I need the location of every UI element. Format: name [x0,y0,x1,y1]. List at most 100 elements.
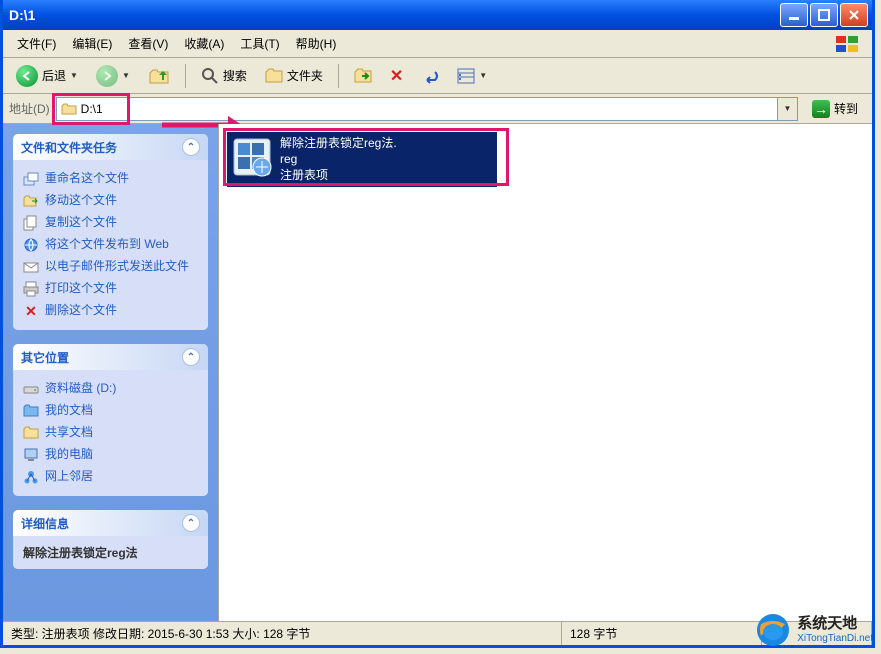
toolbar: 后退 ▼ ▼ 搜索 文件夹 [3,58,872,94]
chevron-down-icon: ▼ [70,71,78,80]
menubar: 文件(F) 编辑(E) 查看(V) 收藏(A) 工具(T) 帮助(H) [3,30,872,58]
address-dropdown[interactable]: ▼ [778,97,798,121]
status-bar: 类型: 注册表项 修改日期: 2015-6-30 1:53 大小: 128 字节… [3,621,872,645]
maximize-button[interactable] [810,3,838,27]
move-to-button[interactable] [347,62,379,90]
places-panel-body: 资料磁盘 (D:) 我的文档 共享文档 [13,370,208,496]
task-email[interactable]: 以电子邮件形式发送此文件 [23,256,198,278]
move-icon [23,193,39,209]
titlebar: D:\1 [3,0,872,30]
file-name-line2: reg [280,151,397,167]
file-text: 解除注册表锁定reg法. reg 注册表项 [280,135,397,184]
place-network[interactable]: 网上邻居 [23,466,198,488]
folder-up-icon [148,65,170,87]
task-label: 复制这个文件 [45,215,117,231]
place-mydocs[interactable]: 我的文档 [23,400,198,422]
views-button[interactable]: ▼ [450,62,494,90]
chevron-down-icon: ▼ [122,71,130,80]
menu-tools[interactable]: 工具(T) [232,32,287,55]
forward-button[interactable]: ▼ [89,62,137,90]
watermark-icon [755,612,791,648]
address-value: D:\1 [81,102,103,116]
file-type: 注册表项 [280,167,397,183]
forward-icon [96,65,118,87]
place-drive-d[interactable]: 资料磁盘 (D:) [23,378,198,400]
place-shared[interactable]: 共享文档 [23,422,198,444]
task-print[interactable]: 打印这个文件 [23,278,198,300]
folders-button[interactable]: 文件夹 [258,62,330,90]
place-label: 网上邻居 [45,469,93,485]
task-move[interactable]: 移动这个文件 [23,190,198,212]
up-button[interactable] [141,62,177,90]
minimize-button[interactable] [780,3,808,27]
task-publish-web[interactable]: 将这个文件发布到 Web [23,234,198,256]
status-size: 128 字节 [562,622,762,645]
details-panel-body: 解除注册表锁定reg法 [13,536,208,569]
task-copy[interactable]: 复制这个文件 [23,212,198,234]
search-icon [201,67,219,85]
task-rename[interactable]: 重命名这个文件 [23,168,198,190]
places-panel-header[interactable]: 其它位置 ⌃ [13,344,208,370]
address-input[interactable]: D:\1 [56,97,778,121]
file-item-selected[interactable]: 解除注册表锁定reg法. reg 注册表项 [227,132,497,187]
windows-flag-icon [834,34,866,54]
menu-edit[interactable]: 编辑(E) [64,32,120,55]
menu-help[interactable]: 帮助(H) [288,32,345,55]
watermark-text-zh: 系统天地 [797,616,873,633]
folder-icon [61,102,77,116]
back-button[interactable]: 后退 ▼ [9,62,85,90]
web-icon [23,237,39,253]
window-controls [778,3,872,27]
rename-icon [23,171,39,187]
delete-icon: ✕ [390,66,403,86]
docs-icon [23,403,39,419]
address-bar: 地址(D) D:\1 ▼ → 转到 [3,94,872,124]
place-label: 资料磁盘 (D:) [45,381,116,397]
file-name-line1: 解除注册表锁定reg法. [280,135,397,151]
task-label: 打印这个文件 [45,281,117,297]
status-left: 类型: 注册表项 修改日期: 2015-6-30 1:53 大小: 128 字节 [3,622,562,645]
menu-favorites[interactable]: 收藏(A) [176,32,232,55]
details-panel-header[interactable]: 详细信息 ⌃ [13,510,208,536]
watermark: 系统天地 XiTongTianDi.net [755,612,873,648]
go-button[interactable]: → 转到 [804,97,866,121]
delete-button[interactable]: ✕ [383,62,410,90]
tasks-panel: 文件和文件夹任务 ⌃ 重命名这个文件 移动这个文件 [13,134,208,330]
places-panel-title: 其它位置 [21,349,69,366]
back-label: 后退 [42,67,66,84]
task-label: 删除这个文件 [45,303,117,319]
task-label: 重命名这个文件 [45,171,129,187]
undo-icon [421,68,439,84]
address-label: 地址(D) [9,100,50,117]
task-label: 移动这个文件 [45,193,117,209]
computer-icon [23,447,39,463]
place-label: 共享文档 [45,425,93,441]
go-icon: → [812,100,830,118]
menu-file[interactable]: 文件(F) [9,32,64,55]
task-delete[interactable]: ✕ 删除这个文件 [23,300,198,322]
sidebar: 文件和文件夹任务 ⌃ 重命名这个文件 移动这个文件 [3,124,218,621]
search-button[interactable]: 搜索 [194,62,254,90]
watermark-text-en: XiTongTianDi.net [797,633,873,644]
chevron-down-icon: ▼ [479,71,487,80]
collapse-icon: ⌃ [182,514,200,532]
body-area: 文件和文件夹任务 ⌃ 重命名这个文件 移动这个文件 [3,124,872,621]
place-mycomputer[interactable]: 我的电脑 [23,444,198,466]
place-label: 我的文档 [45,403,93,419]
details-panel-title: 详细信息 [21,515,69,532]
window-title: D:\1 [9,7,778,23]
place-label: 我的电脑 [45,447,93,463]
explorer-window: D:\1 文件(F) 编辑(E) 查看(V) 收藏(A) 工具(T) 帮助(H) [0,0,875,648]
tasks-panel-body: 重命名这个文件 移动这个文件 复制这个文件 [13,160,208,330]
task-label: 以电子邮件形式发送此文件 [45,259,189,275]
undo-button[interactable] [414,62,446,90]
file-list[interactable]: 解除注册表锁定reg法. reg 注册表项 [218,124,872,621]
network-icon [23,469,39,485]
delete-icon: ✕ [23,303,39,319]
tasks-panel-header[interactable]: 文件和文件夹任务 ⌃ [13,134,208,160]
details-filename: 解除注册表锁定reg法 [23,544,198,561]
search-label: 搜索 [223,67,247,84]
menu-view[interactable]: 查看(V) [120,32,176,55]
task-label: 将这个文件发布到 Web [45,237,169,253]
close-button[interactable] [840,3,868,27]
